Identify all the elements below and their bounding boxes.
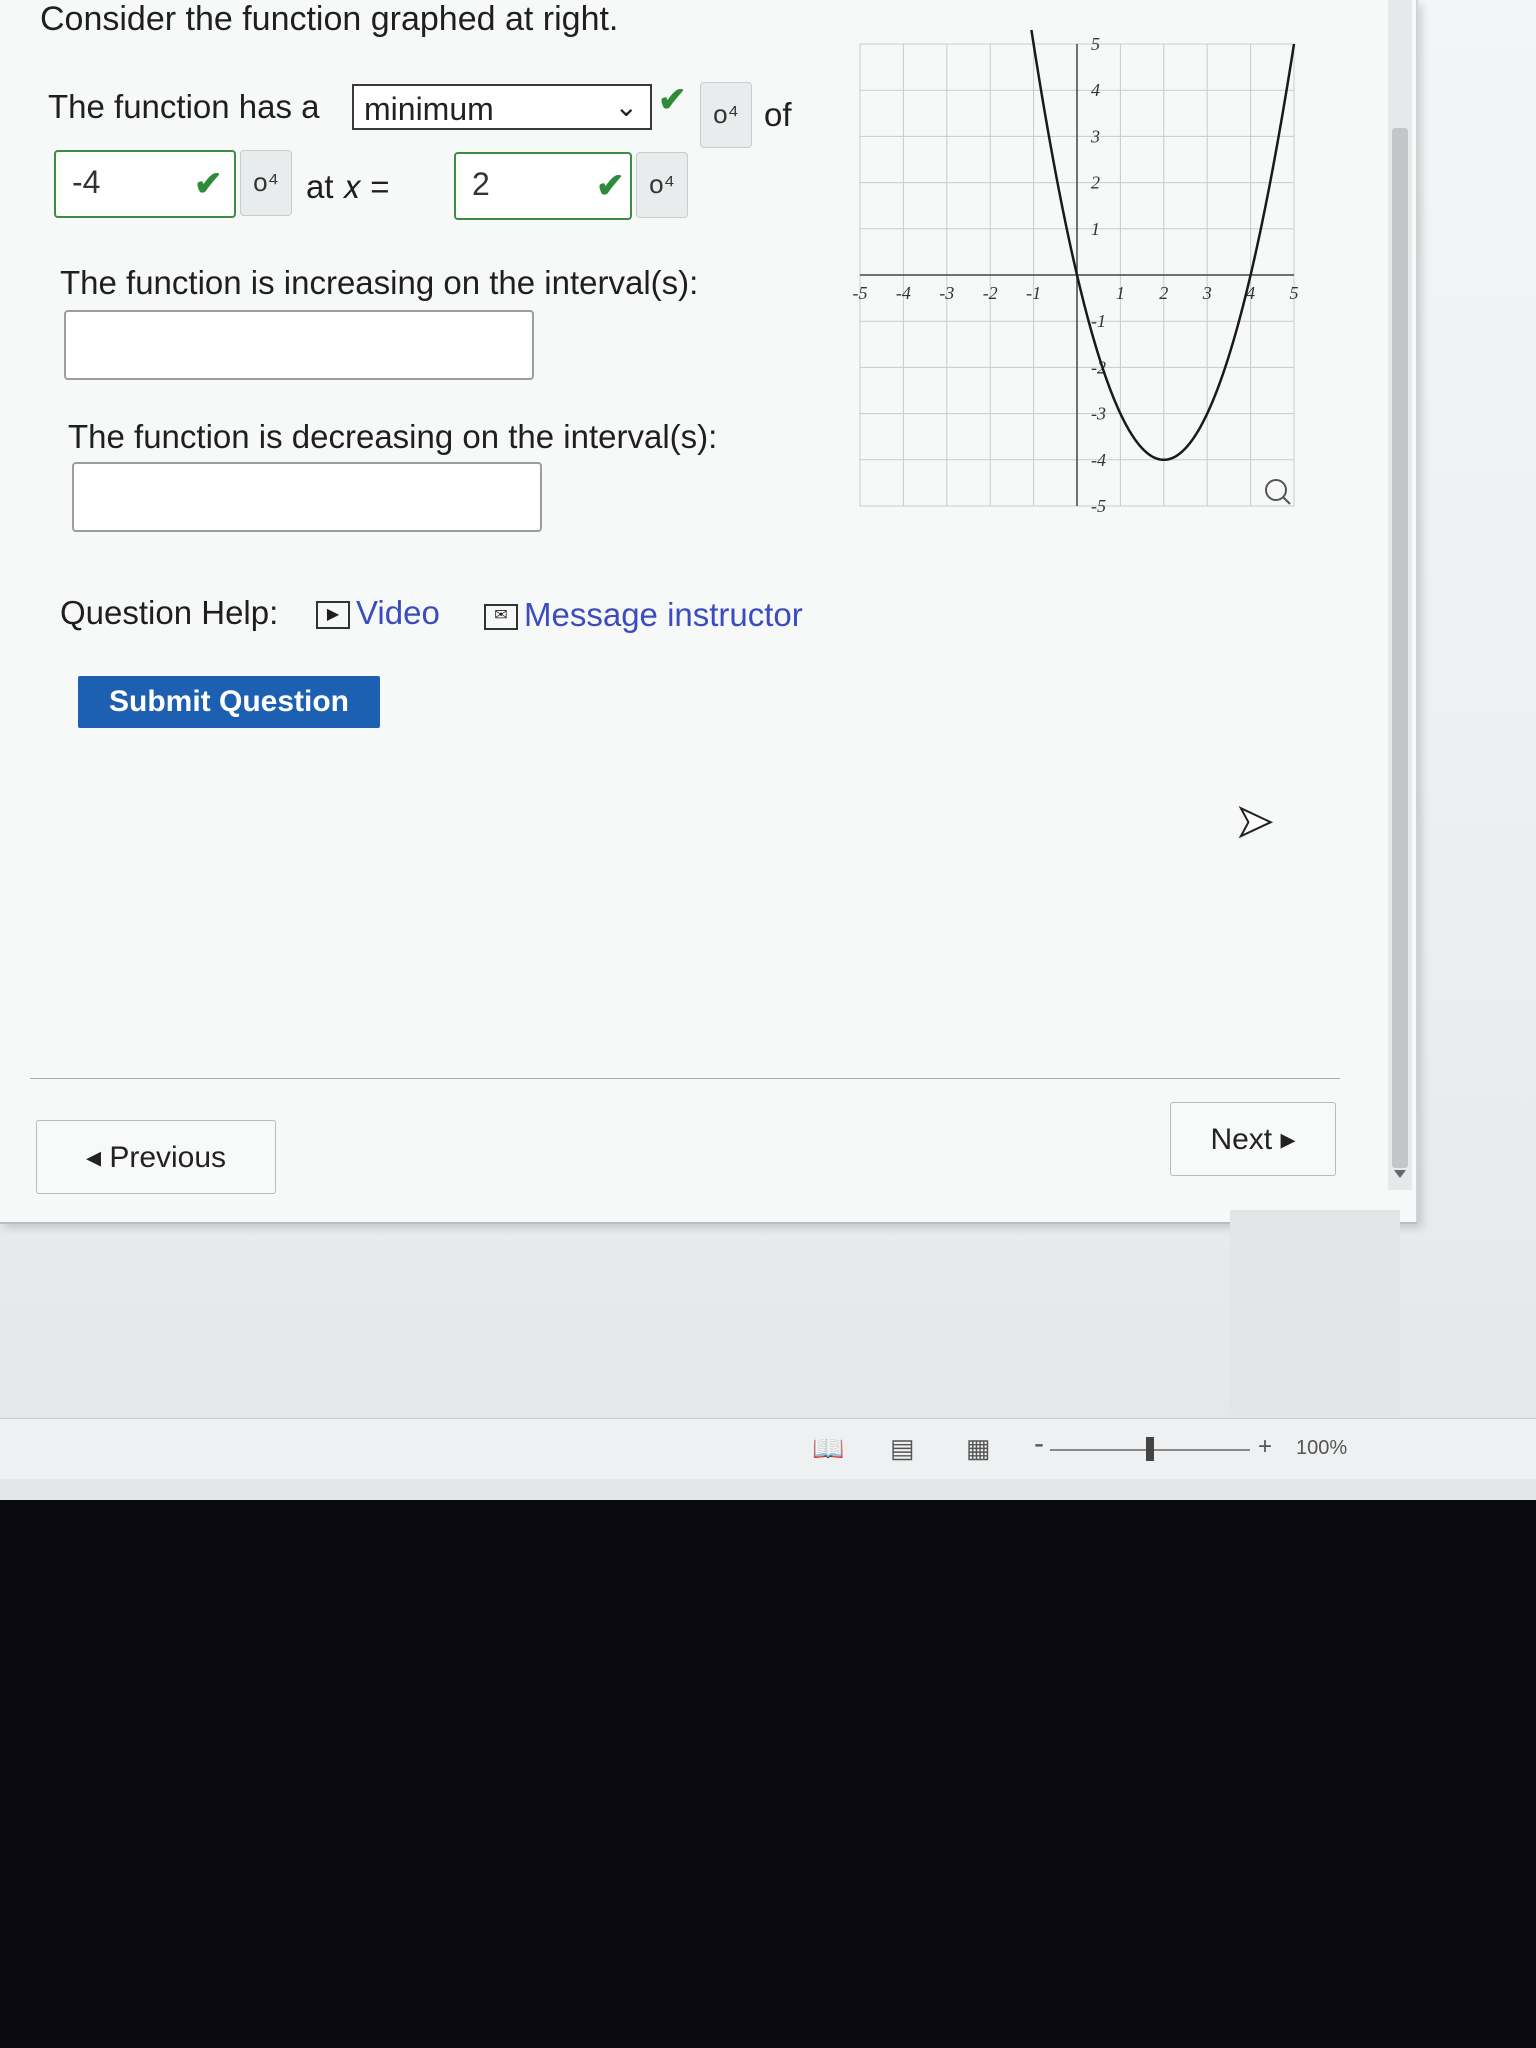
divider bbox=[30, 1078, 1340, 1079]
key-icon[interactable]: o⁴ bbox=[700, 82, 752, 148]
print-layout-icon[interactable]: ▤ bbox=[890, 1433, 915, 1464]
correct-check-icon: ✔ bbox=[194, 165, 223, 203]
key-icon[interactable]: o⁴ bbox=[240, 150, 292, 216]
scrollbar-thumb[interactable] bbox=[1392, 128, 1408, 1168]
play-icon: ▶ bbox=[316, 601, 350, 630]
chevron-down-icon: ⌄ bbox=[614, 91, 638, 122]
y-tick-label: 3 bbox=[1090, 126, 1100, 146]
mouse-pointer-icon: ➤ bbox=[1235, 796, 1274, 847]
x-tick-label: 2 bbox=[1159, 283, 1168, 303]
y-tick-label: 2 bbox=[1091, 173, 1100, 193]
extremum-select-value: minimum bbox=[364, 91, 494, 127]
zoom-level: 100% bbox=[1296, 1437, 1348, 1459]
x-tick-label: 3 bbox=[1202, 283, 1212, 303]
scrollbar[interactable] bbox=[1388, 0, 1412, 1190]
x-tick-label: -5 bbox=[853, 283, 868, 303]
x-tick-label: -4 bbox=[896, 283, 911, 303]
x-tick-label: -3 bbox=[939, 283, 954, 303]
y-tick-label: -5 bbox=[1091, 496, 1106, 516]
y-tick-label: -4 bbox=[1091, 450, 1106, 470]
line1-suffix: of bbox=[764, 96, 792, 133]
key-icon[interactable]: o⁴ bbox=[636, 152, 688, 218]
read-mode-icon[interactable]: 📖 bbox=[812, 1433, 844, 1464]
extremum-value: -4 bbox=[72, 164, 101, 200]
correct-check-icon: ✔ bbox=[596, 167, 625, 205]
x-tick-label: 1 bbox=[1116, 283, 1125, 303]
decreasing-interval-input[interactable] bbox=[72, 462, 542, 532]
increasing-interval-input[interactable] bbox=[64, 310, 534, 380]
web-layout-icon[interactable]: ▦ bbox=[966, 1433, 991, 1464]
x-value-field[interactable]: 2 ✔ bbox=[454, 152, 632, 220]
y-tick-label: 1 bbox=[1091, 219, 1100, 239]
browser-screen: Consider the function graphed at right. … bbox=[0, 0, 1536, 1500]
envelope-icon: ✉ bbox=[484, 604, 518, 631]
question-help-label: Question Help: bbox=[60, 594, 279, 631]
correct-check-icon: ✔ bbox=[658, 81, 687, 119]
y-tick-label: -3 bbox=[1091, 404, 1106, 424]
y-tick-label: 4 bbox=[1091, 80, 1100, 100]
magnify-icon bbox=[1265, 479, 1291, 505]
next-button[interactable]: Next ▸ bbox=[1170, 1102, 1336, 1176]
message-instructor-link[interactable]: ✉ Message instructor bbox=[484, 596, 803, 634]
at-x-label: at 𝑥 = bbox=[306, 168, 390, 205]
scroll-down-arrow-icon[interactable] bbox=[1394, 1170, 1406, 1178]
x-tick-label: -1 bbox=[1026, 283, 1041, 303]
previous-button[interactable]: ◂ Previous bbox=[36, 1120, 276, 1194]
decreasing-label: The function is decreasing on the interv… bbox=[68, 418, 718, 455]
x-tick-label: -2 bbox=[983, 283, 998, 303]
zoom-out-button[interactable]: - bbox=[1034, 1427, 1044, 1461]
zoom-slider-knob[interactable] bbox=[1146, 1437, 1154, 1461]
message-instructor-text: Message instructor bbox=[524, 596, 803, 633]
question-intro: Consider the function graphed at right. bbox=[40, 0, 619, 38]
submit-question-button[interactable]: Submit Question bbox=[78, 676, 380, 728]
video-link[interactable]: ▶ Video bbox=[316, 594, 440, 632]
y-tick-label: 5 bbox=[1091, 34, 1100, 54]
x-value: 2 bbox=[472, 166, 490, 202]
status-bar: 📖 ▤ ▦ - + 100% bbox=[0, 1418, 1536, 1479]
extremum-value-field[interactable]: -4 ✔ bbox=[54, 150, 236, 218]
video-link-text: Video bbox=[356, 594, 440, 631]
document-area bbox=[1230, 1210, 1400, 1415]
increasing-label: The function is increasing on the interv… bbox=[60, 264, 699, 301]
extremum-select[interactable]: minimum ⌄ bbox=[352, 84, 652, 130]
parabola-curve bbox=[1030, 30, 1296, 462]
function-graph: -5 -4 -3 -2 -1 1 2 3 4 5 54321-1-2-3-4-5 bbox=[853, 30, 1299, 516]
question-panel: Consider the function graphed at right. … bbox=[0, 0, 1418, 1224]
x-tick-labels: -5 -4 -3 -2 -1 1 2 3 4 5 bbox=[853, 283, 1299, 303]
x-tick-label: 5 bbox=[1290, 283, 1299, 303]
zoom-in-button[interactable]: + bbox=[1258, 1433, 1272, 1461]
line1-prefix: The function has a bbox=[48, 88, 320, 125]
y-tick-label: -1 bbox=[1091, 311, 1106, 331]
